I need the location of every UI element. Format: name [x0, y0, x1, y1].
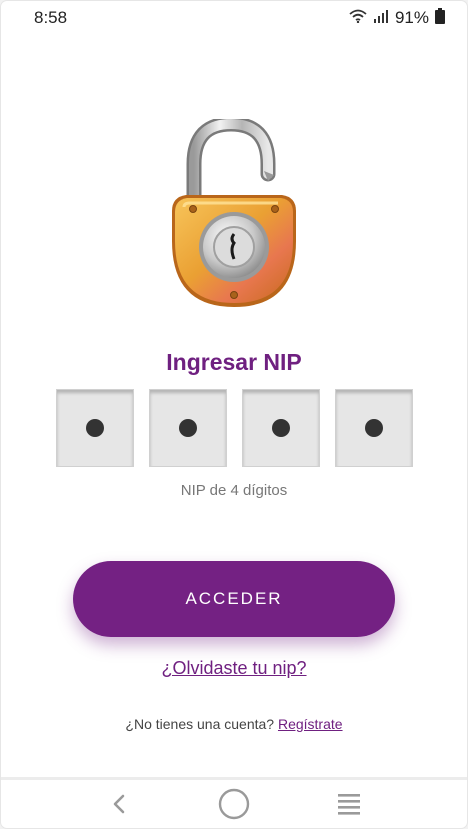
signal-icon [373, 8, 389, 28]
page-title: Ingresar NIP [166, 349, 302, 375]
pin-digit-box[interactable] [56, 389, 134, 467]
register-row: ¿No tienes una cuenta? Regístrate [1, 716, 467, 732]
back-icon[interactable] [99, 784, 139, 824]
navigation-bar [1, 780, 467, 828]
pin-input[interactable] [56, 389, 413, 467]
pin-digit-box[interactable] [242, 389, 320, 467]
access-button[interactable]: ACCEDER [73, 561, 395, 637]
register-prompt: ¿No tienes una cuenta? [125, 716, 275, 732]
recents-icon[interactable] [329, 784, 369, 824]
battery-level: 91% [394, 8, 429, 27]
status-icons: 91% [349, 7, 445, 29]
battery-icon [435, 7, 445, 29]
pin-hint: NIP de 4 dígitos [180, 482, 288, 499]
pin-digit-box[interactable] [149, 389, 227, 467]
register-link[interactable]: Regístrate [278, 716, 343, 732]
open-padlock-icon [164, 116, 304, 311]
forgot-pin-container: ¿Olvidaste tu nip? [1, 658, 467, 679]
pin-digit-box[interactable] [335, 389, 413, 467]
pin-dot [272, 419, 290, 437]
status-time: 8:58 [34, 8, 68, 27]
wifi-icon [349, 8, 367, 28]
pin-dot [86, 419, 104, 437]
forgot-pin-link[interactable]: ¿Olvidaste tu nip? [161, 658, 306, 678]
home-icon[interactable] [214, 784, 254, 824]
pin-dot [179, 419, 197, 437]
pin-dot [365, 419, 383, 437]
status-bar: 8:58 91% [1, 1, 467, 35]
login-screen: 8:58 91% Ingresar NIP NIP de 4 dígitos A… [1, 1, 467, 828]
